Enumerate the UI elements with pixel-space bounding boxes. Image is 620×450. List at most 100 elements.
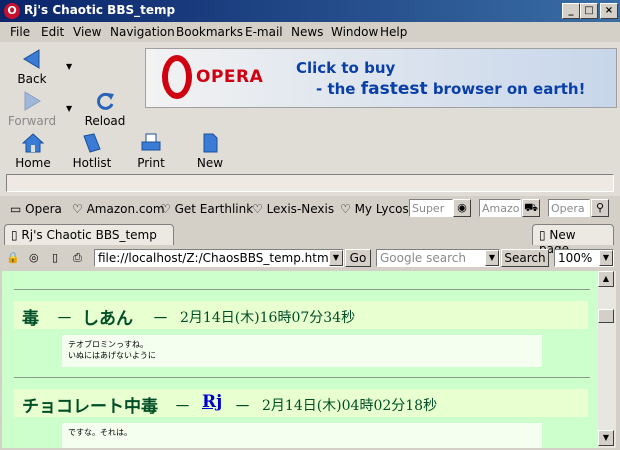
menu-help[interactable]: Help bbox=[380, 25, 407, 39]
cookie-icon[interactable]: ◎ bbox=[29, 251, 39, 264]
hotlist-button[interactable]: Hotlist bbox=[62, 132, 122, 170]
back-history-dropdown[interactable]: ▼ bbox=[66, 62, 72, 71]
menu-news[interactable]: News bbox=[291, 25, 323, 39]
new-page-button[interactable]: New bbox=[180, 132, 240, 170]
opera-search-button[interactable]: ⚲ bbox=[591, 199, 609, 217]
bookmark-earthlink[interactable]: ♡ Get Earthlink bbox=[160, 202, 253, 216]
print-button[interactable]: Print bbox=[121, 132, 181, 170]
print-label: Print bbox=[137, 156, 165, 170]
document-icon: ▯ bbox=[11, 228, 22, 242]
heart-icon: ♡ bbox=[160, 202, 175, 216]
bookmark-lexis-nexis[interactable]: ♡ Lexis-Nexis bbox=[252, 202, 334, 216]
back-label: Back bbox=[17, 72, 47, 86]
menu-email[interactable]: E-mail bbox=[245, 25, 283, 39]
reload-label: Reload bbox=[84, 114, 126, 128]
search-engine-dropdown[interactable]: ▼ bbox=[485, 250, 499, 266]
search-input[interactable]: Google search bbox=[376, 249, 500, 267]
back-button[interactable]: Back bbox=[2, 48, 62, 86]
post-title: チョコレート中毒 bbox=[22, 397, 158, 417]
banner-logo-text: OPERA bbox=[196, 67, 264, 87]
reload-button[interactable]: Reload bbox=[75, 90, 135, 128]
tab-active-page[interactable]: ▯ Rj's Chaotic BBS_temp bbox=[4, 224, 174, 245]
forward-button[interactable]: Forward bbox=[2, 90, 62, 128]
heart-icon: ♡ bbox=[252, 202, 267, 216]
forward-arrow-icon bbox=[24, 91, 41, 111]
menu-view[interactable]: View bbox=[73, 25, 101, 39]
post-date: 2月14日(木)16時07分34秒 bbox=[180, 310, 356, 326]
post-header: チョコレート中毒 － Rj － 2月14日(木)04時02分18秒 bbox=[14, 389, 588, 417]
divider bbox=[14, 289, 590, 290]
post-title: 毒 bbox=[22, 309, 39, 329]
bookmark-my-lycos[interactable]: ♡ My Lycos bbox=[340, 202, 409, 216]
back-arrow-icon bbox=[23, 49, 40, 69]
opera-logo-icon bbox=[162, 55, 192, 99]
post-body-line: テオブロミンっすね。 bbox=[68, 340, 148, 349]
url-input[interactable]: file://localhost/Z:/ChaosBBS_temp.html bbox=[94, 249, 344, 267]
heart-icon: ♡ bbox=[72, 202, 87, 216]
banner-line-1: Click to buy bbox=[296, 59, 396, 77]
post-author-link[interactable]: Rj bbox=[202, 392, 222, 412]
page-content: 毒 － しあん － 2月14日(木)16時07分34秒 テオブロミンっすね。 い… bbox=[2, 271, 598, 448]
opera-ad-banner[interactable]: OPERA Click to buy - the fastest browser… bbox=[145, 48, 617, 108]
heart-icon: ♡ bbox=[340, 202, 355, 216]
hotlist-label: Hotlist bbox=[72, 156, 112, 170]
menu-bookmarks[interactable]: Bookmarks bbox=[176, 25, 243, 39]
opera-search-input[interactable]: Opera bbox=[548, 199, 590, 217]
menu-file[interactable]: File bbox=[10, 25, 30, 39]
new-label: New bbox=[196, 156, 224, 170]
reload-icon bbox=[97, 92, 114, 110]
maximize-button[interactable]: □ bbox=[580, 3, 598, 19]
post-body-line: いぬにはあげないように bbox=[68, 351, 156, 360]
minimize-button[interactable]: _ bbox=[562, 3, 580, 19]
menu-navigation[interactable]: Navigation bbox=[110, 25, 175, 39]
separator: － bbox=[56, 309, 73, 329]
home-icon bbox=[22, 133, 44, 153]
menu-edit[interactable]: Edit bbox=[41, 25, 64, 39]
home-button[interactable]: Home bbox=[3, 132, 63, 170]
new-document-icon bbox=[203, 133, 218, 153]
super-search-input[interactable]: Super bbox=[409, 199, 453, 217]
super-search-button[interactable]: ◉ bbox=[453, 199, 471, 217]
forward-history-dropdown[interactable]: ▼ bbox=[66, 104, 72, 113]
printer-icon bbox=[141, 133, 161, 151]
post-author: しあん bbox=[82, 309, 133, 329]
home-label: Home bbox=[15, 156, 51, 170]
bookmark-amazon[interactable]: ♡ Amazon.com bbox=[72, 202, 165, 216]
folder-icon: ▭ bbox=[10, 202, 26, 216]
print-preview-icon[interactable]: ⎙ bbox=[73, 251, 82, 265]
zoom-dropdown[interactable]: ▼ bbox=[599, 250, 613, 266]
separator: － bbox=[234, 397, 251, 417]
amazon-search-input[interactable]: Amazo bbox=[479, 199, 521, 217]
post-body: テオブロミンっすね。 いぬにはあげないように bbox=[62, 335, 542, 367]
go-button[interactable]: Go bbox=[345, 249, 371, 267]
scroll-thumb[interactable] bbox=[598, 309, 614, 323]
new-page-tab-button[interactable]: ▯ New page bbox=[532, 224, 614, 256]
hotlist-icon bbox=[83, 133, 101, 153]
title-bar: O Rj's Chaotic BBS_temp _ □ × bbox=[0, 0, 620, 22]
divider bbox=[14, 377, 590, 378]
menu-window[interactable]: Window bbox=[331, 25, 378, 39]
post-date: 2月14日(木)04時02分18秒 bbox=[262, 398, 438, 414]
progress-bar bbox=[6, 174, 614, 192]
search-icon: ◉ bbox=[457, 201, 467, 214]
vertical-scrollbar[interactable]: ▲ ▼ bbox=[598, 271, 616, 448]
search-button[interactable]: Search bbox=[501, 249, 549, 267]
forward-label: Forward bbox=[7, 114, 57, 128]
window-title: Rj's Chaotic BBS_temp bbox=[24, 3, 176, 17]
page-security-icon[interactable]: 🔒 bbox=[6, 251, 20, 264]
amazon-search-button[interactable]: ⛟ bbox=[522, 199, 540, 217]
magnifier-icon: ⚲ bbox=[595, 201, 605, 214]
bookmark-opera[interactable]: ▭ Opera bbox=[10, 202, 62, 216]
scroll-up-button[interactable]: ▲ bbox=[598, 271, 614, 287]
opera-logo-icon: O bbox=[4, 3, 20, 19]
post-header: 毒 － しあん － 2月14日(木)16時07分34秒 bbox=[14, 301, 588, 329]
page-info-icon[interactable]: ▯ bbox=[52, 251, 58, 264]
personal-bar: ▭ Opera ♡ Amazon.com ♡ Get Earthlink ♡ L… bbox=[0, 197, 620, 221]
close-button[interactable]: × bbox=[600, 3, 618, 19]
url-history-dropdown[interactable]: ▼ bbox=[329, 250, 343, 266]
document-icon: ▯ bbox=[539, 228, 550, 242]
cart-icon: ⛟ bbox=[524, 201, 538, 214]
scroll-down-button[interactable]: ▼ bbox=[598, 430, 614, 446]
separator: － bbox=[152, 309, 169, 329]
menu-bar: File Edit View Navigation Bookmarks E-ma… bbox=[0, 22, 620, 42]
